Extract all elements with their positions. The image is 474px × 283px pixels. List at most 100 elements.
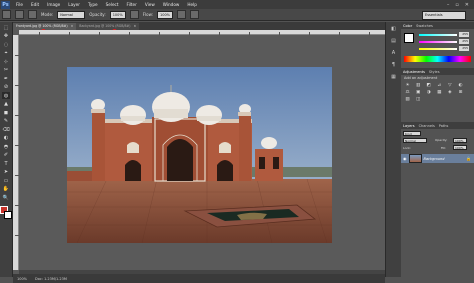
tab-color[interactable]: Color bbox=[403, 24, 412, 28]
lock-icon: 🔒 bbox=[466, 156, 471, 161]
mosque-photo bbox=[67, 67, 332, 243]
tab-channels[interactable]: Channels bbox=[419, 124, 435, 128]
brush-size-icon[interactable] bbox=[15, 10, 24, 19]
healing-tool-icon[interactable]: ⊘ bbox=[2, 84, 10, 91]
green-slider[interactable] bbox=[419, 41, 457, 43]
history-brush-tool-icon[interactable]: ◼ bbox=[2, 109, 10, 116]
brightness-icon[interactable]: ☀ bbox=[405, 83, 411, 88]
move-tool-icon[interactable]: ⬚ bbox=[2, 24, 10, 31]
vibrance-icon[interactable]: ▽ bbox=[447, 83, 453, 88]
menu-view[interactable]: View bbox=[141, 2, 159, 7]
history-panel-icon[interactable]: ◧ bbox=[390, 25, 398, 32]
document-size[interactable]: Doc: 1.23M/1.23M bbox=[35, 277, 67, 281]
opacity-field[interactable]: 100% bbox=[109, 10, 126, 19]
menu-help[interactable]: Help bbox=[183, 2, 201, 7]
menu-window[interactable]: Window bbox=[159, 2, 184, 7]
brush-presets-panel-icon[interactable]: ▦ bbox=[390, 73, 398, 80]
channel-mixer-icon[interactable]: ▦ bbox=[436, 90, 442, 95]
hue-saturation-icon[interactable]: ◐ bbox=[457, 83, 463, 88]
minimize-button[interactable]: – bbox=[447, 2, 450, 8]
color-balance-icon[interactable]: ⚖ bbox=[405, 90, 411, 95]
paragraph-panel-icon[interactable]: ¶ bbox=[390, 61, 398, 68]
lasso-tool-icon[interactable]: ◌ bbox=[2, 41, 10, 48]
type-tool-icon[interactable]: T bbox=[2, 160, 10, 167]
marquee-tool-icon[interactable]: ✥ bbox=[2, 33, 10, 40]
dodge-tool-icon[interactable]: ◓ bbox=[2, 143, 10, 150]
color-ramp[interactable] bbox=[404, 56, 471, 62]
pencil-tool-icon[interactable]: ✎ bbox=[2, 118, 10, 125]
hand-tool-icon[interactable]: ✋ bbox=[2, 186, 10, 193]
tab-layers[interactable]: Layers bbox=[403, 124, 415, 128]
blend-mode-select[interactable]: Normal bbox=[403, 138, 427, 143]
close-tab-icon[interactable]: × bbox=[133, 23, 136, 30]
menu-bar: Ps File Edit Image Layer Type Select Fil… bbox=[0, 0, 474, 9]
path-select-tool-icon[interactable]: ➤ bbox=[2, 169, 10, 176]
pressure-size-icon[interactable] bbox=[190, 10, 199, 19]
close-button[interactable]: ✕ bbox=[465, 2, 469, 8]
menu-image[interactable]: Image bbox=[43, 2, 64, 7]
red-slider[interactable] bbox=[419, 34, 457, 36]
pen-tool-icon[interactable]: ✐ bbox=[2, 152, 10, 159]
layer-name[interactable]: Background bbox=[424, 157, 445, 161]
tab-styles[interactable]: Styles bbox=[429, 70, 440, 74]
mode-select[interactable]: Normal bbox=[57, 10, 86, 19]
character-panel-icon[interactable]: A bbox=[390, 49, 398, 56]
menu-file[interactable]: File bbox=[12, 2, 27, 7]
close-tab-icon[interactable]: × bbox=[71, 23, 74, 30]
layers-panel: Kind Normal Opacity: 100% Lock: Fill: 10… bbox=[401, 129, 474, 283]
fill-field[interactable]: 100% bbox=[453, 145, 467, 150]
photo-filter-icon[interactable]: ◑ bbox=[426, 90, 432, 95]
slice-tool-icon[interactable]: ✂ bbox=[2, 67, 10, 74]
color-lookup-icon[interactable]: ◈ bbox=[447, 90, 453, 95]
properties-panel-icon[interactable]: ▤ bbox=[390, 37, 398, 44]
crop-tool-icon[interactable]: ⊹ bbox=[2, 58, 10, 65]
tab-backyard[interactable]: Backyard.jpg @ 100% (RGB/8#) × bbox=[76, 23, 140, 30]
layer-opacity-field[interactable]: 100% bbox=[453, 138, 467, 143]
airbrush-icon[interactable] bbox=[177, 10, 186, 19]
eraser-tool-icon[interactable]: ⌫ bbox=[2, 126, 10, 133]
tab-paths[interactable]: Paths bbox=[439, 124, 449, 128]
curves-icon[interactable]: ◩ bbox=[426, 83, 432, 88]
levels-icon[interactable]: ▥ bbox=[415, 83, 421, 88]
tab-adjustments[interactable]: Adjustments bbox=[403, 70, 425, 74]
menu-select[interactable]: Select bbox=[102, 2, 123, 7]
image-canvas[interactable] bbox=[67, 67, 332, 243]
threshold-icon[interactable]: ◫ bbox=[415, 97, 421, 102]
layer-row-background[interactable]: ◉ Background 🔒 bbox=[401, 154, 474, 163]
tool-preset-icon[interactable] bbox=[2, 10, 11, 19]
zoom-tool-icon[interactable]: 🔍 bbox=[2, 194, 10, 201]
exposure-icon[interactable]: ⊿ bbox=[436, 83, 442, 88]
menu-layer[interactable]: Layer bbox=[64, 2, 84, 7]
tab-swatches[interactable]: Swatches bbox=[416, 24, 433, 28]
blue-value[interactable]: 255 bbox=[459, 46, 469, 51]
clone-stamp-tool-icon[interactable]: ▲ bbox=[2, 101, 10, 108]
gradient-tool-icon[interactable]: ◐ bbox=[2, 135, 10, 142]
brush-tool-icon[interactable]: ◍ bbox=[2, 92, 10, 99]
invert-icon[interactable]: ⊞ bbox=[457, 90, 463, 95]
blue-slider[interactable] bbox=[419, 48, 457, 50]
visibility-eye-icon[interactable]: ◉ bbox=[403, 156, 407, 161]
horizontal-ruler[interactable] bbox=[19, 30, 385, 35]
flow-field[interactable]: 100% bbox=[156, 10, 173, 19]
vertical-ruler[interactable] bbox=[13, 35, 19, 270]
quick-select-tool-icon[interactable]: ⌖ bbox=[2, 50, 10, 57]
black-white-icon[interactable]: ▣ bbox=[415, 90, 421, 95]
pressure-opacity-icon[interactable] bbox=[129, 10, 139, 19]
menu-edit[interactable]: Edit bbox=[27, 2, 43, 7]
eyedropper-tool-icon[interactable]: ✒ bbox=[2, 75, 10, 82]
brush-panel-icon[interactable] bbox=[28, 10, 37, 19]
posterize-icon[interactable]: ▨ bbox=[405, 97, 411, 102]
layer-filter-kind[interactable]: Kind bbox=[403, 131, 421, 136]
background-color-swatch[interactable] bbox=[4, 210, 12, 219]
menu-filter[interactable]: Filter bbox=[122, 2, 140, 7]
color-swatches[interactable] bbox=[0, 205, 12, 219]
shape-tool-icon[interactable]: ▭ bbox=[2, 177, 10, 184]
red-value[interactable]: 255 bbox=[459, 32, 469, 37]
fg-color-preview[interactable] bbox=[404, 33, 414, 43]
adjustment-icons: ☀ ▥ ◩ ⊿ ▽ ◐ ⚖ ▣ ◑ ▦ ◈ ⊞ ▨ ◫ bbox=[403, 82, 473, 103]
zoom-level[interactable]: 100% bbox=[17, 277, 27, 281]
green-value[interactable]: 255 bbox=[459, 39, 469, 44]
workspace-select[interactable]: Essentials bbox=[422, 11, 466, 20]
menu-type[interactable]: Type bbox=[84, 2, 102, 7]
maximize-button[interactable]: ▫ bbox=[455, 2, 458, 8]
